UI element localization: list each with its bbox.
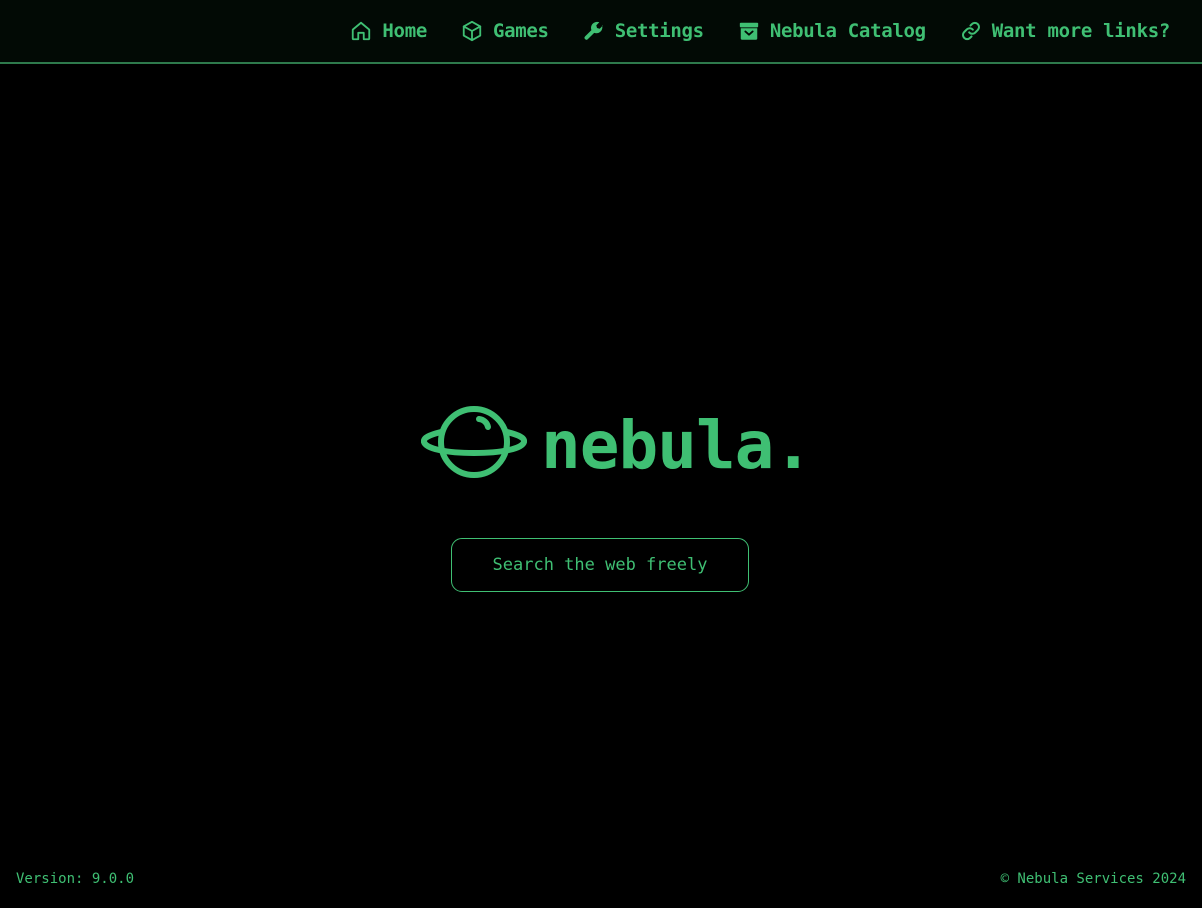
main-content: nebula. [0, 0, 1202, 908]
nebula-logo: nebula. [420, 404, 813, 484]
search-input[interactable] [452, 539, 748, 591]
search-box [451, 538, 749, 592]
planet-icon [420, 404, 528, 484]
copyright-text: © Nebula Services 2024 [1000, 871, 1186, 887]
logo-wordmark: nebula. [541, 407, 813, 484]
version-text: Version: 9.0.0 [16, 871, 135, 887]
